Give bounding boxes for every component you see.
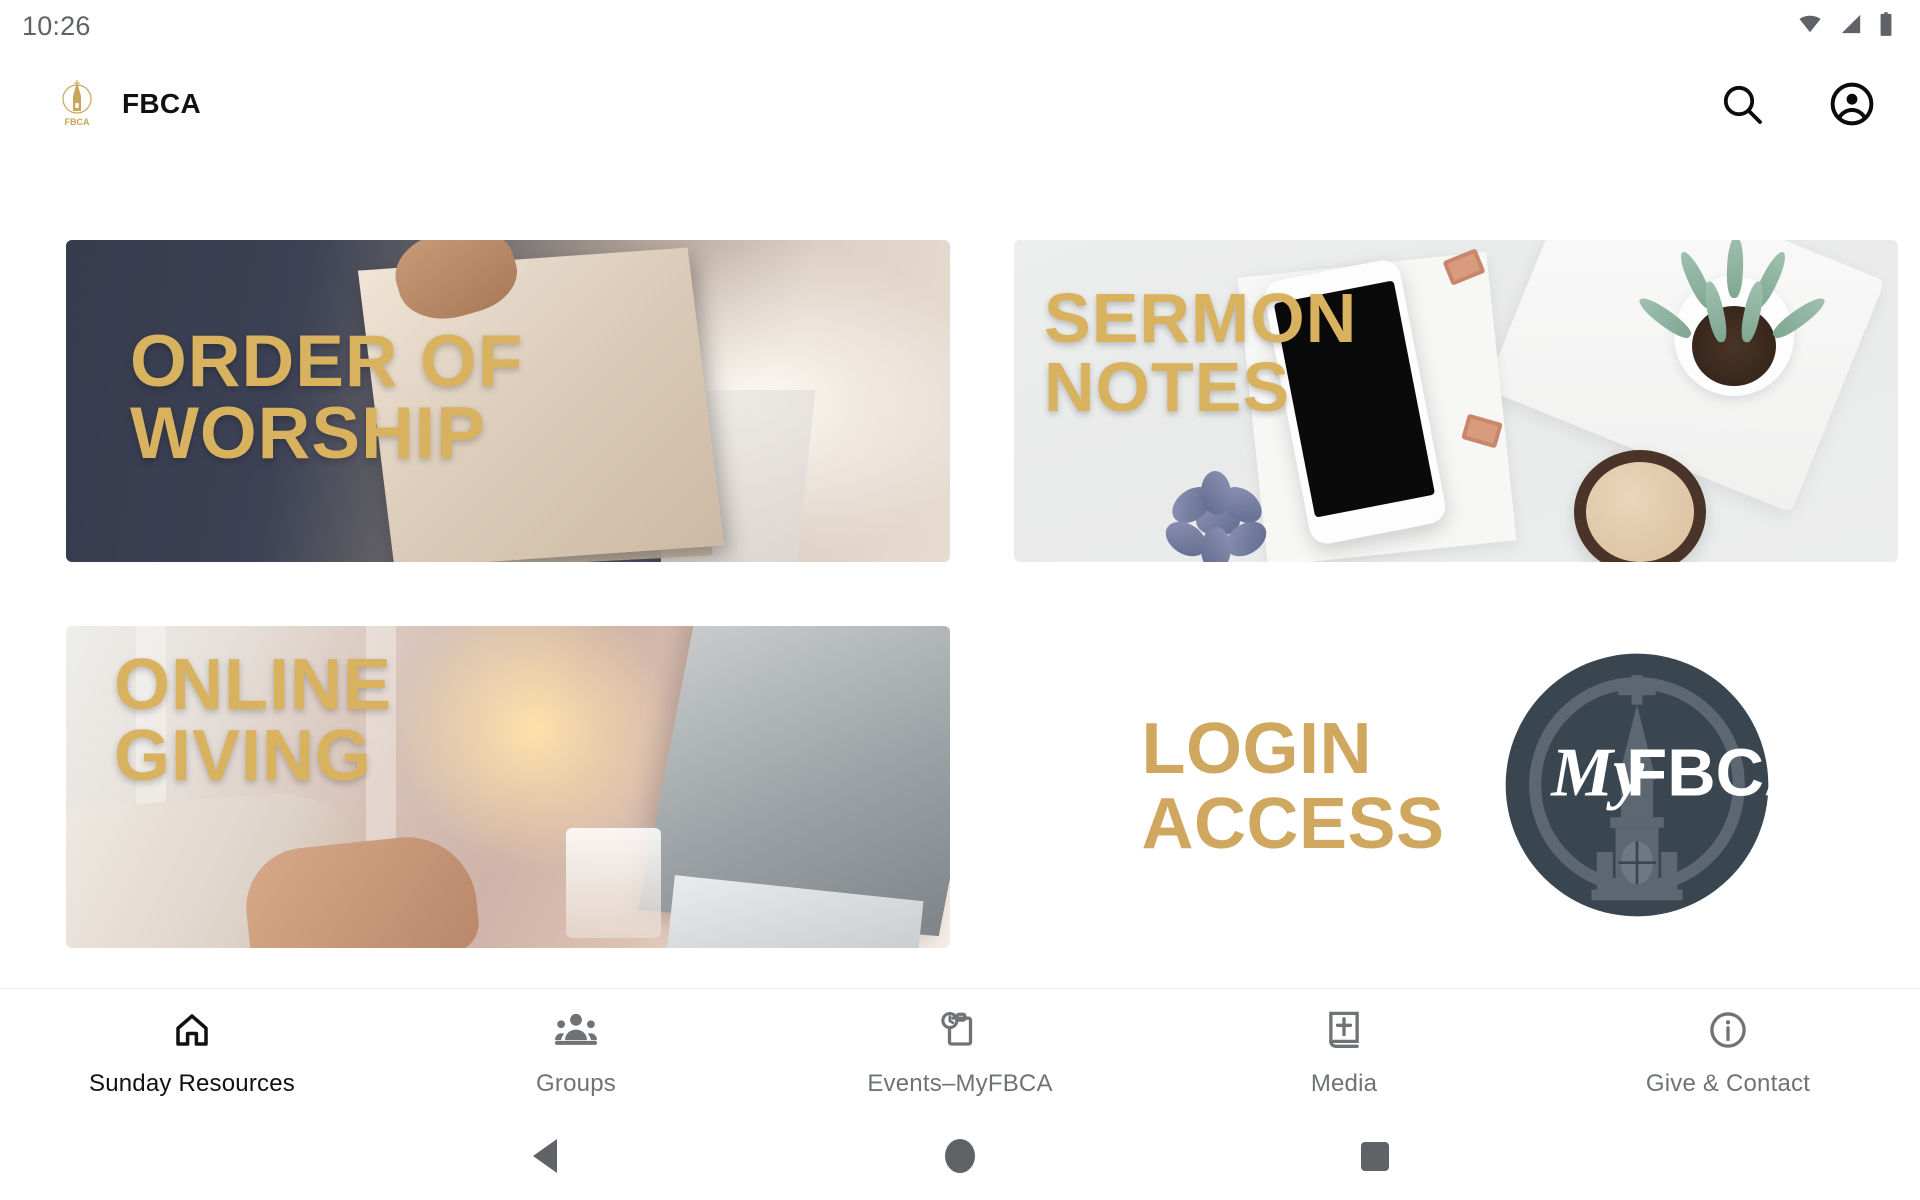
status-clock: 10:26 (22, 10, 91, 41)
tile-label-line2: NOTES (1044, 347, 1291, 426)
home-icon (171, 1009, 213, 1056)
nav-item-sunday-resources[interactable]: Sunday Resources (0, 989, 384, 1112)
tile-label-online-giving: ONLINE GIVING (114, 645, 393, 796)
pending-actions-clock-icon (939, 1009, 981, 1056)
tile-order-of-worship[interactable]: ORDER OF WORSHIP (66, 240, 950, 562)
bottom-navigation: Sunday Resources Groups Events–MyFBCA Me… (0, 988, 1920, 1112)
tile-row-2: ONLINE GIVING LOGIN ACCESS My FBC (66, 626, 1854, 948)
tile-sermon-notes[interactable]: SERMON NOTES (1014, 240, 1898, 562)
svg-text:FBCA: FBCA (1626, 735, 1771, 810)
nav-label: Groups (536, 1070, 616, 1097)
tile-grid: ORDER OF WORSHIP SERMON NOTES ONLINE GIV… (0, 156, 1920, 986)
nav-item-media[interactable]: Media (1152, 989, 1536, 1112)
android-system-navigation (0, 1112, 1920, 1200)
battery-icon (1878, 11, 1894, 42)
nav-label: Give & Contact (1645, 1070, 1811, 1097)
tile-label-line1: ORDER OF (130, 321, 524, 402)
nav-item-give-contact[interactable]: Give & Contact (1536, 989, 1920, 1112)
fbca-steeple-logo: FBCA (56, 79, 98, 129)
app-bar: FBCA FBCA (0, 52, 1920, 156)
cellular-signal-icon (1838, 13, 1864, 40)
tile-label-line1: SERMON (1044, 279, 1358, 357)
nav-label: Media (1310, 1070, 1378, 1097)
bible-book-icon (1324, 1009, 1364, 1056)
status-bar: 10:26 (0, 0, 1920, 52)
app-bar-actions (1716, 78, 1878, 130)
search-icon[interactable] (1716, 78, 1768, 130)
tile-label-line2: WORSHIP (130, 392, 486, 474)
back-triangle-icon[interactable] (445, 1139, 645, 1173)
people-group-icon (554, 1009, 598, 1056)
brand: FBCA FBCA (56, 79, 201, 129)
tile-online-giving[interactable]: ONLINE GIVING (66, 626, 950, 948)
myfbca-badge-icon: My FBCA (1503, 651, 1812, 924)
wifi-icon (1796, 13, 1824, 40)
nav-label: Sunday Resources (89, 1070, 295, 1097)
tile-row-1: ORDER OF WORSHIP SERMON NOTES (66, 240, 1898, 562)
info-circle-icon (1707, 1009, 1749, 1056)
svg-text:FBCA: FBCA (65, 117, 90, 127)
nav-item-groups[interactable]: Groups (384, 989, 768, 1112)
nav-item-events-myfbca[interactable]: Events–MyFBCA (768, 989, 1152, 1112)
tile-label-line1: ONLINE (114, 645, 393, 725)
tile-label-order-of-worship: ORDER OF WORSHIP (130, 321, 524, 474)
tile-label-line1: LOGIN (1141, 709, 1372, 790)
tile-label-sermon-notes: SERMON NOTES (1044, 279, 1358, 426)
account-circle-icon[interactable] (1826, 78, 1878, 130)
nav-label: Events–MyFBCA (867, 1070, 1053, 1097)
home-circle-icon[interactable] (860, 1139, 1060, 1173)
tile-label-line2: GIVING (114, 715, 373, 796)
tile-label-line2: ACCESS (1141, 784, 1445, 864)
recents-square-icon[interactable] (1275, 1141, 1475, 1171)
app-title: FBCA (122, 88, 201, 119)
tile-label-login-access: LOGIN ACCESS (1141, 712, 1444, 862)
tile-login-access[interactable]: LOGIN ACCESS My FBC (1014, 626, 1898, 948)
status-icons (1796, 11, 1894, 42)
